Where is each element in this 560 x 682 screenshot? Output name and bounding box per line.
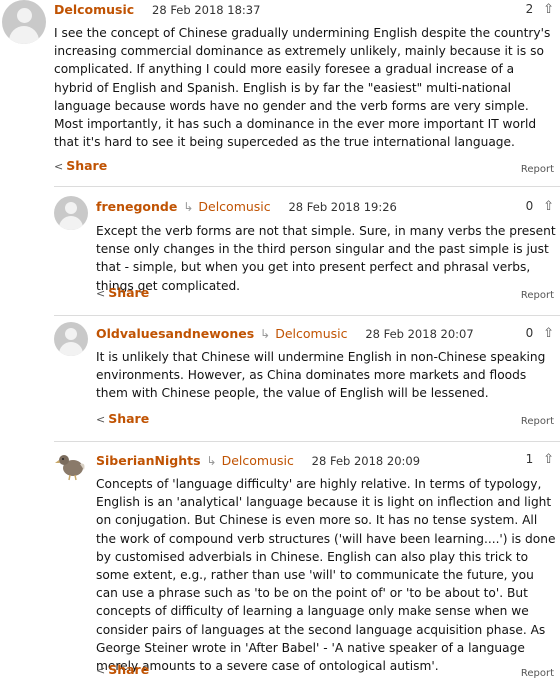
comment-meta: Oldvaluesandnewones ↳ Delcomusic 28 Feb 20…: [96, 326, 474, 341]
share-button[interactable]: < Share: [96, 285, 149, 300]
report-link[interactable]: Report: [521, 164, 554, 175]
dodo-avatar-image: [55, 455, 85, 481]
reply-arrow-icon: ↳: [260, 327, 271, 341]
report-link[interactable]: Report: [521, 416, 554, 427]
arrow-up-icon[interactable]: ⇧: [543, 326, 554, 341]
divider: [54, 441, 560, 442]
share-icon: <: [96, 664, 106, 677]
vote-count-value: 1: [525, 452, 534, 466]
timestamp[interactable]: 28 Feb 2018 18:37: [152, 3, 260, 17]
report-link[interactable]: Report: [521, 290, 554, 301]
vote-count-value: 0: [525, 326, 534, 340]
reply-to-link[interactable]: Delcomusic: [275, 326, 347, 341]
share-icon: <: [96, 413, 106, 426]
vote-count-value: 2: [525, 2, 534, 16]
comment-text: Except the verb forms are not that simpl…: [96, 224, 556, 293]
reply-arrow-icon: ↳: [183, 200, 194, 214]
username[interactable]: SiberianNights: [96, 453, 201, 468]
divider: [54, 315, 560, 316]
timestamp[interactable]: 28 Feb 2018 20:09: [312, 454, 420, 468]
divider: [54, 186, 560, 187]
vote-count: 1 ⇧: [526, 452, 554, 467]
share-button[interactable]: < Share: [54, 158, 107, 173]
share-icon: <: [96, 287, 106, 300]
reply-arrow-icon: ↳: [206, 454, 217, 468]
vote-count-value: 0: [525, 199, 534, 213]
arrow-up-icon[interactable]: ⇧: [543, 452, 554, 467]
share-button[interactable]: < Share: [96, 411, 149, 426]
arrow-up-icon[interactable]: ⇧: [543, 2, 554, 17]
share-button[interactable]: < Share: [96, 662, 149, 677]
comment-text: I see the concept of Chinese gradually u…: [54, 26, 551, 150]
comment-text: Concepts of 'language difficulty' are hi…: [96, 477, 556, 674]
comment-text: It is unlikely that Chinese will undermi…: [96, 350, 546, 401]
reply-to-link[interactable]: Delcomusic: [198, 199, 270, 214]
report-link[interactable]: Report: [521, 668, 554, 679]
share-icon: <: [54, 160, 64, 173]
timestamp[interactable]: 28 Feb 2018 20:07: [365, 327, 473, 341]
avatar[interactable]: [2, 0, 46, 44]
vote-count: 0 ⇧: [526, 326, 554, 341]
comment-meta: SiberianNights ↳ Delcomusic 28 Feb 2018 20…: [96, 453, 420, 468]
vote-count: 0 ⇧: [526, 199, 554, 214]
comment-meta: Delcomusic 28 Feb 2018 18:37: [54, 2, 260, 17]
timestamp[interactable]: 28 Feb 2018 19:26: [288, 200, 396, 214]
username[interactable]: Delcomusic: [54, 2, 134, 17]
reply-to-link[interactable]: Delcomusic: [222, 453, 294, 468]
vote-count: 2 ⇧: [526, 2, 554, 17]
avatar[interactable]: [54, 322, 88, 356]
avatar[interactable]: [54, 196, 88, 230]
arrow-up-icon[interactable]: ⇧: [543, 199, 554, 214]
username[interactable]: frenegonde: [96, 199, 177, 214]
comment-meta: frenegonde ↳ Delcomusic 28 Feb 2018 19:26: [96, 199, 397, 214]
username[interactable]: Oldvaluesandnewones: [96, 326, 254, 341]
avatar[interactable]: [54, 448, 88, 482]
